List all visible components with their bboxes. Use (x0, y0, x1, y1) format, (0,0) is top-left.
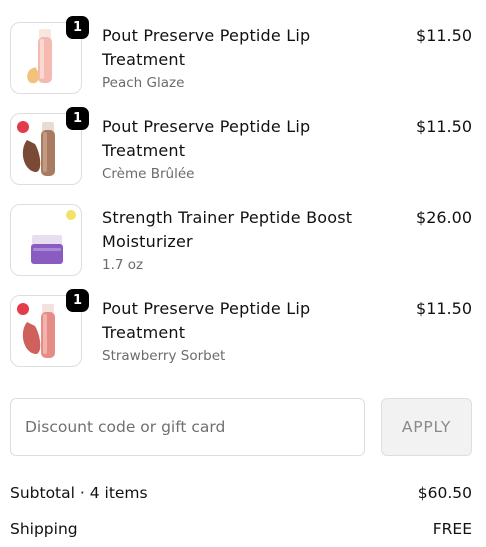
shipping-value: FREE (432, 520, 472, 538)
cart-item: 1 Pout Preserve Peptide Lip Treatment St… (10, 289, 472, 369)
cart-item: Strength Trainer Peptide Boost Moisturiz… (10, 204, 472, 278)
subtotal-row: Subtotal · 4 items $60.50 (10, 484, 472, 506)
product-variant: 1.7 oz (102, 257, 144, 273)
product-price: $11.50 (416, 299, 472, 318)
product-variant: Peach Glaze (102, 75, 185, 91)
product-price: $11.50 (416, 26, 472, 45)
product-thumbnail (10, 204, 84, 278)
product-price: $26.00 (416, 208, 472, 227)
product-name: Pout Preserve Peptide Lip Treatment (102, 26, 311, 69)
quantity-badge: 1 (66, 16, 89, 39)
cart-item: 1 Pout Preserve Peptide Lip Treatment Pe… (10, 16, 472, 96)
quantity-badge: 1 (66, 289, 89, 312)
subtotal-label: Subtotal · 4 items (10, 484, 148, 502)
shipping-label: Shipping (10, 520, 78, 538)
product-variant: Strawberry Sorbet (102, 348, 226, 364)
cart-item: 1 Pout Preserve Peptide Lip Treatment Cr… (10, 107, 472, 187)
discount-code-input[interactable] (10, 398, 365, 456)
product-name: Pout Preserve Peptide Lip Treatment (102, 299, 311, 342)
subtotal-value: $60.50 (417, 484, 472, 502)
quantity-badge: 1 (66, 107, 89, 130)
apply-discount-button[interactable]: APPLY (381, 398, 472, 456)
product-name: Strength Trainer Peptide Boost Moisturiz… (102, 208, 353, 251)
product-name: Pout Preserve Peptide Lip Treatment (102, 117, 311, 160)
product-price: $11.50 (416, 117, 472, 136)
product-variant: Crème Brûlée (102, 166, 195, 182)
purple-jar-icon (31, 210, 76, 264)
shipping-row: Shipping FREE (10, 520, 472, 542)
